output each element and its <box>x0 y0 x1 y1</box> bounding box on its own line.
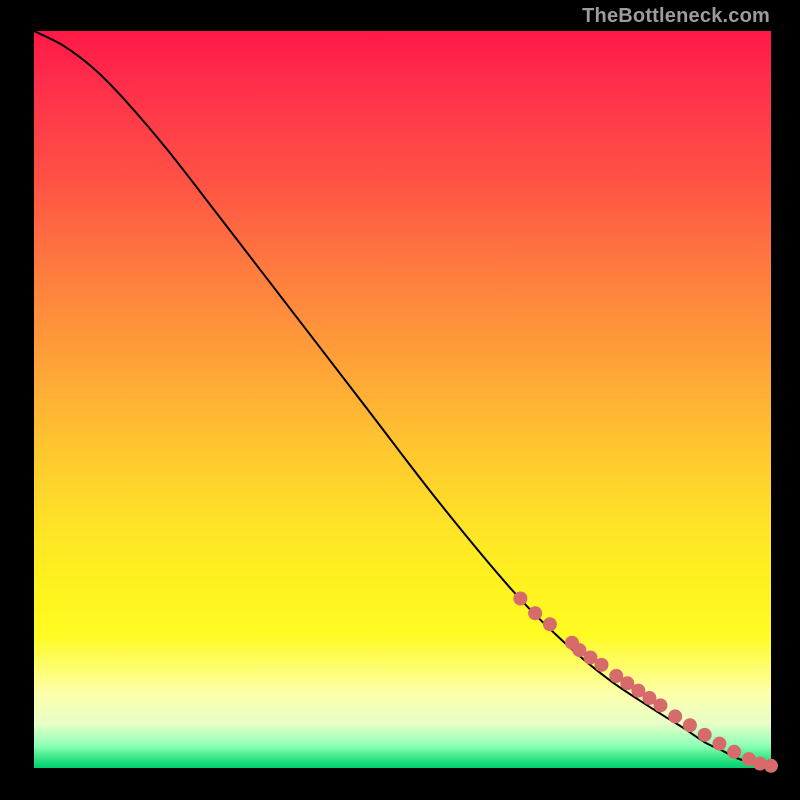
data-marker <box>727 745 741 759</box>
data-marker <box>712 737 726 751</box>
data-marker <box>653 698 667 712</box>
plot-area <box>34 31 771 768</box>
curve-layer <box>34 31 771 768</box>
data-marker <box>698 728 712 742</box>
data-marker <box>594 658 608 672</box>
data-marker <box>668 709 682 723</box>
data-marker <box>513 591 527 605</box>
data-marker <box>543 617 557 631</box>
data-marker <box>764 759 778 773</box>
data-marker <box>683 718 697 732</box>
data-marker <box>528 606 542 620</box>
chart-container: TheBottleneck.com <box>0 0 800 800</box>
watermark-text: TheBottleneck.com <box>582 6 770 26</box>
bottleneck-curve <box>34 31 771 767</box>
